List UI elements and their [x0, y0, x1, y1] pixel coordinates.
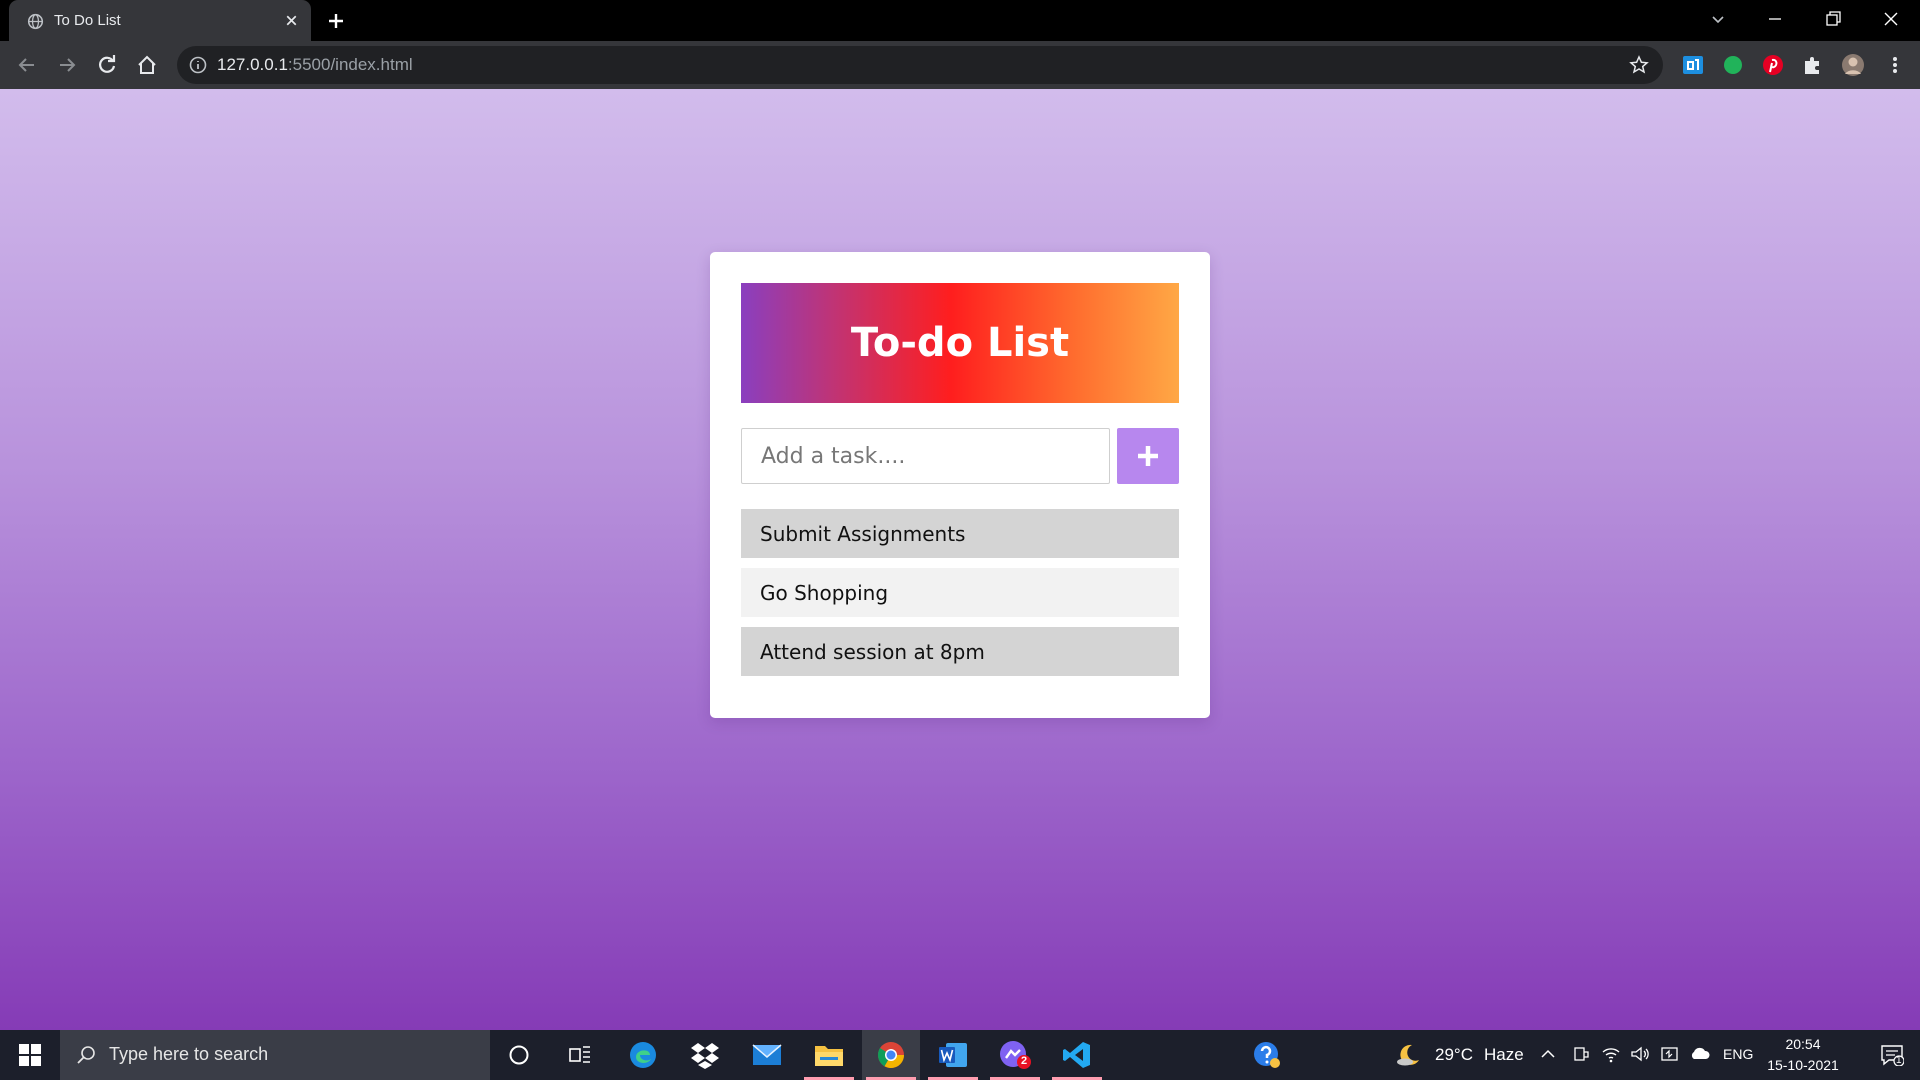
system-clock[interactable]: 20:54 15-10-2021 [1763, 1034, 1843, 1076]
url-text: 127.0.0.1:5500/index.html [217, 55, 413, 75]
taskbar-mail[interactable] [738, 1030, 796, 1080]
globe-icon [27, 13, 44, 30]
browser-menu-icon[interactable] [1883, 53, 1907, 77]
edge-icon [630, 1042, 656, 1068]
home-icon[interactable] [136, 54, 158, 76]
page-viewport: To-do List Submit Assignments Go Shoppin… [0, 89, 1920, 1030]
forward-icon[interactable] [56, 54, 78, 76]
task-list: Submit Assignments Go Shopping Attend se… [741, 509, 1179, 686]
task-input[interactable] [741, 428, 1110, 484]
windows-taskbar: Type here to search 2 29°C Haze ENG 20:5… [0, 1030, 1920, 1080]
restore-icon[interactable] [1822, 8, 1844, 30]
close-window-icon[interactable] [1880, 8, 1902, 30]
browser-tab[interactable]: To Do List [9, 0, 311, 41]
reload-icon[interactable] [96, 54, 118, 76]
back-icon[interactable] [16, 54, 38, 76]
tab-title: To Do List [54, 12, 121, 29]
notification-center-button[interactable]: 1 [1866, 1030, 1920, 1080]
dropbox-icon [691, 1043, 719, 1069]
start-button[interactable] [0, 1030, 60, 1080]
extensions-puzzle-icon[interactable] [1801, 53, 1825, 77]
weather-moon-icon[interactable] [1396, 1042, 1422, 1068]
plus-icon [1138, 446, 1158, 466]
url-path: :5500/index.html [287, 55, 413, 74]
tab-search-icon[interactable] [1707, 8, 1729, 30]
weather-description[interactable]: Haze [1484, 1045, 1524, 1065]
taskbar-messenger[interactable]: 2 [986, 1030, 1044, 1080]
task-item[interactable]: Submit Assignments [741, 509, 1179, 558]
browser-tab-bar: To Do List [0, 0, 1920, 41]
wifi-icon[interactable] [1601, 1045, 1621, 1063]
notification-count: 1 [1896, 1055, 1902, 1066]
cortana-button[interactable] [490, 1030, 548, 1080]
extension-green-icon[interactable] [1721, 53, 1745, 77]
page-title: To-do List [850, 320, 1070, 366]
help-icon [1254, 1042, 1280, 1068]
vscode-icon [1063, 1042, 1090, 1068]
site-info-icon[interactable] [189, 56, 207, 74]
messenger-badge: 2 [1021, 1055, 1028, 1067]
battery-icon[interactable] [1660, 1045, 1680, 1063]
chevron-up-icon[interactable] [1540, 1046, 1556, 1062]
close-tab-icon[interactable] [283, 12, 300, 29]
taskbar-file-explorer[interactable] [800, 1030, 858, 1080]
taskbar-dropbox[interactable] [676, 1030, 734, 1080]
bookmark-star-icon[interactable] [1629, 55, 1649, 75]
device-icon[interactable] [1572, 1045, 1590, 1063]
task-view-button[interactable] [551, 1030, 609, 1080]
taskbar-vscode[interactable] [1048, 1030, 1106, 1080]
task-item[interactable]: Attend session at 8pm [741, 627, 1179, 676]
weather-temperature[interactable]: 29°C [1435, 1045, 1473, 1065]
folder-icon [815, 1046, 843, 1066]
windows-logo-icon [19, 1044, 41, 1066]
url-host: 127.0.0.1 [217, 55, 288, 74]
taskbar-chrome[interactable] [862, 1030, 920, 1080]
language-indicator[interactable]: ENG [1723, 1046, 1753, 1062]
clock-date: 15-10-2021 [1767, 1057, 1839, 1073]
volume-icon[interactable] [1630, 1045, 1650, 1063]
clock-time: 20:54 [1785, 1036, 1821, 1052]
get-help-button[interactable] [1238, 1030, 1296, 1080]
browser-toolbar: 127.0.0.1:5500/index.html [0, 41, 1920, 89]
address-bar[interactable]: 127.0.0.1:5500/index.html [177, 46, 1663, 84]
onedrive-cloud-icon[interactable] [1689, 1045, 1711, 1061]
avatar[interactable] [1841, 53, 1865, 77]
search-placeholder: Type here to search [109, 1044, 269, 1064]
task-item[interactable]: Go Shopping [741, 568, 1179, 617]
todo-card: To-do List Submit Assignments Go Shoppin… [710, 252, 1210, 718]
new-tab-icon[interactable] [326, 11, 346, 31]
task-view-icon [569, 1046, 590, 1063]
pinterest-icon[interactable] [1761, 53, 1785, 77]
search-icon [77, 1046, 95, 1064]
cortana-circle-icon [509, 1045, 529, 1065]
minimize-icon[interactable] [1764, 8, 1786, 30]
taskbar-edge[interactable] [614, 1030, 672, 1080]
taskbar-search-box[interactable]: Type here to search [60, 1030, 490, 1080]
add-task-button[interactable] [1117, 428, 1179, 484]
mail-icon [752, 1044, 782, 1065]
todo-header: To-do List [741, 283, 1179, 403]
extension-blue-icon[interactable] [1681, 53, 1705, 77]
word-icon [939, 1043, 967, 1067]
taskbar-word[interactable] [924, 1030, 982, 1080]
chrome-icon [877, 1042, 905, 1069]
